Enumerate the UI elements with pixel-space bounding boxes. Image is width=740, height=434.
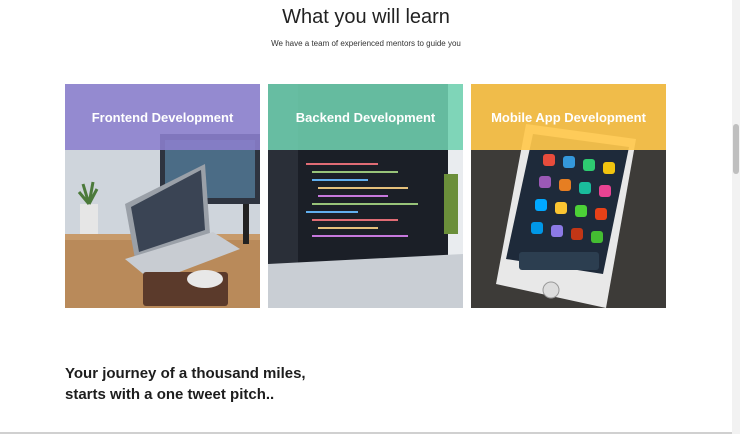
scrollbar-track[interactable] xyxy=(732,0,740,434)
section-title: What you will learn xyxy=(282,6,450,28)
journey-heading: Your journey of a thousand miles, starts… xyxy=(65,363,306,405)
card-frontend-label: Frontend Development xyxy=(65,84,260,150)
card-mobile-label: Mobile App Development xyxy=(471,84,666,150)
card-backend-label: Backend Development xyxy=(268,84,463,150)
journey-line-1: Your journey of a thousand miles, xyxy=(65,365,306,382)
card-mobile[interactable]: Mobile App Development xyxy=(471,84,666,308)
section-subtitle: We have a team of experienced mentors to… xyxy=(271,39,461,48)
card-frontend[interactable]: Frontend Development xyxy=(65,84,260,308)
scrollbar-thumb[interactable] xyxy=(733,124,739,174)
card-backend[interactable]: Backend Development xyxy=(268,84,463,308)
journey-line-2: starts with a one tweet pitch.. xyxy=(65,386,275,403)
